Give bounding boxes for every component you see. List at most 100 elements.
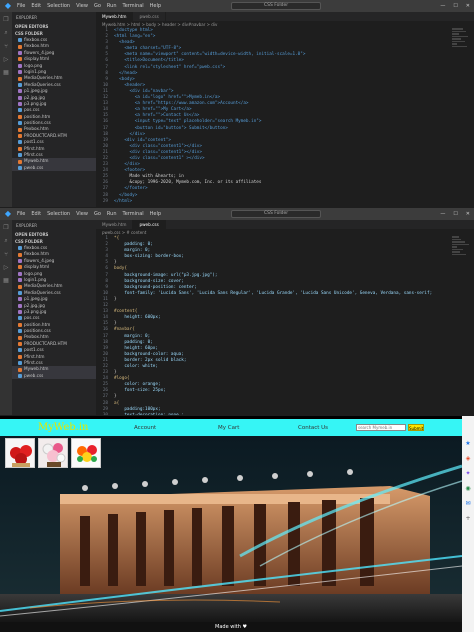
image-file-icon — [18, 278, 22, 283]
site-logo[interactable]: MyWeb.in — [38, 422, 89, 433]
menu-selection[interactable]: Selection — [47, 211, 70, 217]
html-file-icon — [18, 57, 22, 62]
vscode-window-html: ◆ File Edit Selection View Go Run Termin… — [0, 0, 474, 207]
command-search[interactable]: CSS Folder — [231, 2, 322, 10]
html-file-icon — [18, 322, 22, 327]
file-name: pweb.css — [24, 372, 44, 378]
menu-view[interactable]: View — [76, 211, 88, 217]
menu-file[interactable]: File — [17, 3, 25, 9]
html-file-icon — [18, 114, 22, 119]
menu-go[interactable]: Go — [94, 3, 101, 9]
menu-run[interactable]: Run — [107, 211, 117, 217]
file-list: flexbox.css flexbox.htm flowers_4.jpeg disp… — [12, 37, 96, 172]
image-file-icon — [18, 271, 22, 276]
menu-terminal[interactable]: Terminal — [123, 3, 144, 9]
menu-bar: File Edit Selection View Go Run Terminal… — [17, 3, 161, 9]
red-roses-image — [6, 439, 34, 467]
image-file-icon — [18, 89, 22, 94]
editor-tabs: Myweb.htm pweb.css — [96, 220, 474, 229]
site-search-input[interactable]: search Mymeb.in — [356, 424, 406, 431]
tools-icon[interactable]: ✦ — [465, 470, 470, 477]
menu-go[interactable]: Go — [94, 211, 101, 217]
code-editor[interactable]: 1 <!doctype html> 2 <html lang="en"> 3 <head… — [96, 28, 474, 205]
menu-selection[interactable]: Selection — [47, 3, 70, 9]
outlook-icon[interactable]: ✉ — [465, 500, 470, 507]
menu-terminal[interactable]: Terminal — [123, 211, 144, 217]
line-text: font-family: 'Lucida Sans', 'Lucida Sans… — [114, 290, 433, 296]
tab-pweb-css[interactable]: pweb.css — [133, 220, 166, 229]
search-icon[interactable]: ⌕ — [4, 29, 7, 37]
nav-contact-us-link[interactable]: Contact Us — [298, 425, 328, 431]
menu-edit[interactable]: Edit — [31, 211, 41, 217]
maximize-icon[interactable]: ☐ — [453, 3, 457, 9]
open-editors-section[interactable]: OPEN EDITORS — [12, 231, 96, 238]
extensions-icon[interactable]: ▦ — [3, 277, 9, 284]
run-debug-icon[interactable]: ▷ — [4, 264, 9, 271]
maximize-icon[interactable]: ☐ — [453, 211, 457, 217]
add-icon[interactable]: + — [465, 515, 470, 522]
image-file-icon — [18, 63, 22, 68]
tab-myweb-htm[interactable]: Myweb.htm — [96, 12, 134, 21]
vscode-logo-icon: ◆ — [4, 209, 12, 218]
css-file-icon — [18, 38, 22, 43]
games-icon[interactable]: ◉ — [465, 485, 470, 492]
css-file-icon — [18, 108, 22, 113]
command-search[interactable]: CSS Folder — [231, 210, 322, 218]
css-file-icon — [18, 121, 22, 126]
menu-run[interactable]: Run — [107, 3, 117, 9]
content-cards — [5, 438, 101, 468]
browser-preview: MyWeb.in Account My Cart Contact Us sear… — [0, 416, 474, 632]
minimap[interactable] — [452, 236, 470, 296]
search-icon[interactable]: ⌕ — [4, 237, 7, 245]
minimize-icon[interactable]: — — [440, 3, 445, 9]
editor-area: Myweb.htm pweb.css Myweb.htm > html > bo… — [96, 12, 474, 207]
menu-edit[interactable]: Edit — [31, 3, 41, 9]
css-file-icon — [18, 140, 22, 145]
explorer-icon[interactable]: ❐ — [3, 224, 8, 231]
file-item[interactable]: pweb.css — [12, 164, 96, 172]
run-debug-icon[interactable]: ▷ — [4, 56, 9, 63]
menu-file[interactable]: File — [17, 211, 25, 217]
html-file-icon — [18, 76, 22, 81]
open-editors-section[interactable]: OPEN EDITORS — [12, 23, 96, 30]
window-controls: — ☐ ✕ — [440, 3, 470, 9]
file-item[interactable]: pweb.css — [12, 372, 96, 380]
folder-section[interactable]: CSS FOLDER — [12, 30, 96, 37]
explorer-icon[interactable]: ❐ — [3, 16, 8, 23]
extensions-icon[interactable]: ▦ — [3, 69, 9, 76]
minimap[interactable] — [452, 28, 470, 88]
close-icon[interactable]: ✕ — [466, 3, 470, 9]
menu-help[interactable]: Help — [150, 211, 161, 217]
source-control-icon[interactable]: ⑂ — [4, 251, 8, 258]
shopping-icon[interactable]: ◈ — [466, 455, 471, 462]
menu-help[interactable]: Help — [150, 3, 161, 9]
bookmark-icon[interactable]: ★ — [465, 440, 470, 447]
css-file-icon — [18, 348, 22, 353]
line-number: 30 — [96, 413, 114, 415]
image-file-icon — [18, 50, 22, 55]
tab-pweb-css[interactable]: pweb.css — [133, 12, 166, 21]
minimize-icon[interactable]: — — [440, 211, 445, 217]
html-file-icon — [18, 342, 22, 347]
image-file-icon — [18, 95, 22, 100]
breadcrumb[interactable]: Myweb.htm > html > body > header > div#n… — [96, 21, 474, 28]
vscode-window-css: ◆ File Edit Selection View Go Run Termin… — [0, 208, 474, 415]
css-file-icon — [18, 153, 22, 158]
site-submit-button[interactable]: Submit — [408, 424, 424, 431]
css-file-icon — [18, 82, 22, 87]
vscode-logo-icon: ◆ — [4, 1, 12, 10]
folder-section[interactable]: CSS FOLDER — [12, 238, 96, 245]
source-control-icon[interactable]: ⑂ — [4, 43, 8, 50]
nav-my-cart-link[interactable]: My Cart — [218, 425, 239, 431]
css-file-icon — [18, 329, 22, 334]
activity-bar: ❐ ⌕ ⑂ ▷ ▦ — [0, 12, 12, 207]
close-icon[interactable]: ✕ — [466, 211, 470, 217]
tab-myweb-htm[interactable]: Myweb.htm — [96, 220, 134, 229]
breadcrumb[interactable]: pweb.css > # content — [96, 229, 474, 236]
code-editor[interactable]: 1 *{2 padding: 0; 3 margin: 0; 4 box-sizing… — [96, 236, 474, 415]
flower-card-1 — [5, 438, 35, 468]
nav-account-link[interactable]: Account — [134, 425, 156, 431]
line-text: height: 600px; — [114, 315, 161, 321]
html-file-icon — [18, 367, 22, 372]
menu-view[interactable]: View — [76, 3, 88, 9]
